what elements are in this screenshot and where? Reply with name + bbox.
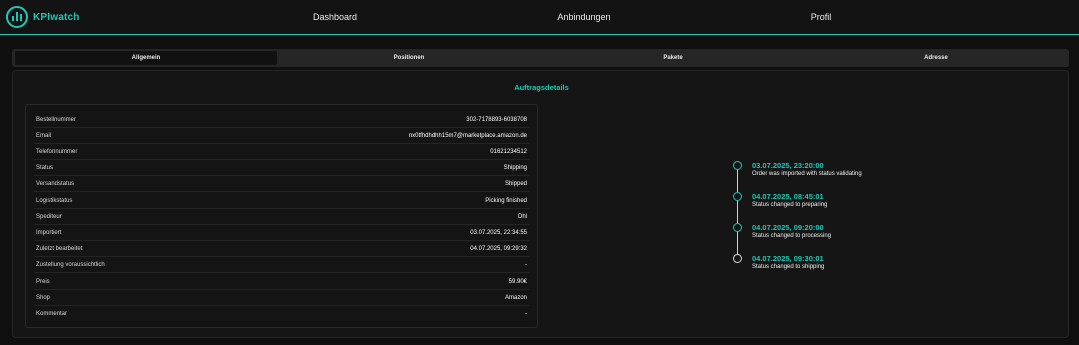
detail-label: Versandstatus [36, 181, 75, 187]
detail-label: Spediteur [36, 214, 62, 220]
timeline-dot-icon [733, 161, 742, 170]
timeline-event-text: Status changed to shipping [752, 264, 825, 270]
detail-value: 03.07.2025, 22:34:55 [470, 230, 527, 236]
detail-value: Picking finished [485, 198, 527, 204]
detail-label: Telefonnummer [36, 149, 78, 155]
timeline-dot-icon [733, 254, 742, 263]
nav-item-dashboard[interactable]: Dashboard [313, 0, 357, 35]
detail-value: 04.07.2025, 09:29:32 [470, 246, 527, 252]
detail-row-logistikstatus: Logistikstatus Picking finished [34, 193, 529, 209]
detail-value: nx0tfhdhdhh15m7@marketplace.amazon.de [408, 133, 527, 139]
tab-bar: Allgemein Positionen Pakete Adresse [12, 49, 1069, 67]
detail-value: Dhl [517, 214, 527, 220]
timeline-dot-icon [733, 223, 742, 232]
detail-row-bestellnummer: Bestellnummer 302-7178893-6038708 [34, 112, 529, 128]
detail-value: Shipping [503, 165, 527, 171]
page-title: Auftragsdetails [514, 83, 569, 92]
detail-label: Shop [36, 295, 51, 301]
timeline-event-text: Order was imported with status validatin… [752, 171, 862, 177]
brand-name: KPIwatch [33, 11, 80, 23]
detail-value: Shipped [504, 181, 527, 187]
detail-label: Zuletzt bearbeitet [36, 246, 83, 252]
status-timeline: 03.07.2025, 23:20:00 Order was imported … [733, 161, 933, 270]
top-navigation-bar: KPIwatch Dashboard Anbindungen Profil [0, 0, 1079, 35]
detail-label: Importiert [36, 230, 62, 236]
detail-value: - [525, 311, 527, 317]
timeline-event-date: 04.07.2025, 09:30:01 [752, 254, 824, 263]
detail-row-zuletzt-bearbeitet: Zuletzt bearbeitet 04.07.2025, 09:29:32 [34, 241, 529, 257]
timeline-event-date: 04.07.2025, 09:20:00 [752, 223, 824, 232]
detail-label: Email [36, 133, 52, 139]
tab-allgemein[interactable]: Allgemein [15, 51, 277, 65]
detail-label: Logistikstatus [36, 198, 73, 204]
nav-item-profil[interactable]: Profil [811, 0, 832, 35]
detail-row-telefonnummer: Telefonnummer 01621234512 [34, 144, 529, 160]
detail-row-importiert: Importiert 03.07.2025, 22:34:55 [34, 225, 529, 241]
detail-label: Preis [36, 279, 50, 285]
detail-label: Kommentar [36, 311, 68, 317]
detail-value: 59.90€ [508, 279, 527, 285]
order-details-card: Auftragsdetails Bestellnummer 302-717889… [12, 70, 1069, 338]
timeline-event: 03.07.2025, 23:20:00 Order was imported … [733, 161, 933, 183]
timeline-event: 04.07.2025, 09:20:00 Status changed to p… [733, 223, 933, 245]
timeline-event: 04.07.2025, 08:45:01 Status changed to p… [733, 192, 933, 214]
brand-logo[interactable]: KPIwatch [6, 6, 80, 28]
tab-positionen[interactable]: Positionen [277, 51, 541, 65]
bar-chart-icon [6, 6, 28, 28]
detail-row-preis: Preis 59.90€ [34, 274, 529, 290]
timeline-event: 04.07.2025, 09:30:01 Status changed to s… [733, 254, 933, 276]
detail-row-status: Status Shipping [34, 160, 529, 176]
tab-adresse[interactable]: Adresse [805, 51, 1067, 65]
detail-row-shop: Shop Amazon [34, 290, 529, 306]
detail-row-spediteur: Spediteur Dhl [34, 209, 529, 225]
tab-pakete[interactable]: Pakete [541, 51, 805, 65]
timeline-event-date: 03.07.2025, 23:20:00 [752, 161, 824, 170]
detail-value: - [525, 262, 527, 268]
detail-value: 302-7178893-6038708 [466, 117, 527, 123]
nav-item-anbindungen[interactable]: Anbindungen [557, 0, 610, 35]
detail-label: Status [36, 165, 54, 171]
order-details-table: Bestellnummer 302-7178893-6038708 Email … [25, 104, 538, 328]
detail-row-zustellung: Zustellung voraussichtlich - [34, 257, 529, 273]
detail-row-kommentar: Kommentar - [34, 306, 529, 322]
timeline-dot-icon [733, 192, 742, 201]
detail-value: 01621234512 [490, 149, 527, 155]
detail-label: Bestellnummer [36, 117, 77, 123]
timeline-event-date: 04.07.2025, 08:45:01 [752, 192, 824, 201]
timeline-event-text: Status changed to preparing [752, 202, 828, 208]
detail-value: Amazon [504, 295, 527, 301]
detail-row-email: Email nx0tfhdhdhh15m7@marketplace.amazon… [34, 128, 529, 144]
detail-label: Zustellung voraussichtlich [36, 262, 105, 268]
timeline-event-text: Status changed to processing [752, 233, 832, 239]
detail-row-versandstatus: Versandstatus Shipped [34, 176, 529, 192]
